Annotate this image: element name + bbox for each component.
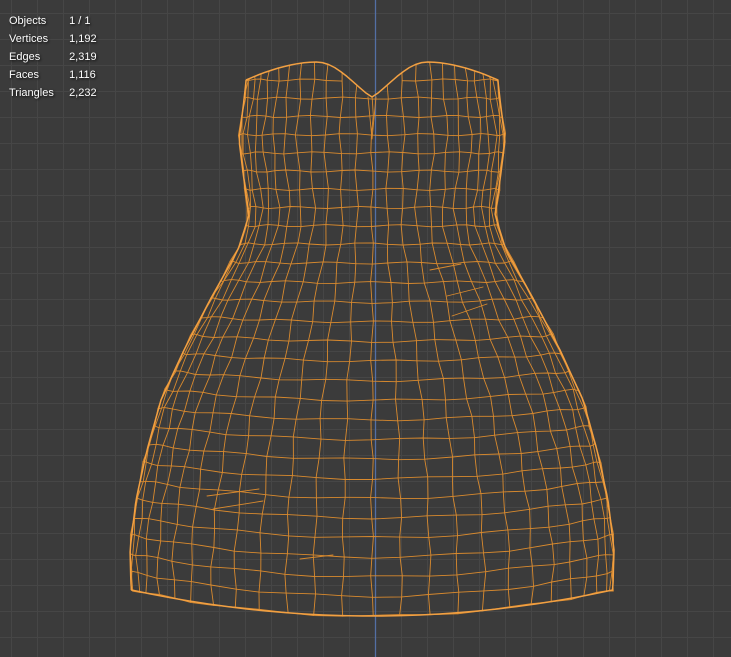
stat-row-faces: Faces 1,116 bbox=[9, 66, 97, 84]
stat-label: Vertices bbox=[9, 33, 49, 45]
stat-label: Faces bbox=[9, 69, 39, 81]
stat-label: Triangles bbox=[9, 87, 54, 99]
stat-value: 2,319 bbox=[69, 51, 97, 63]
stat-value: 1 / 1 bbox=[69, 15, 91, 27]
blender-3d-viewport[interactable]: Objects 1 / 1 Vertices 1,192 Edges 2,319… bbox=[0, 0, 731, 657]
stat-value: 2,232 bbox=[69, 87, 97, 99]
stat-label: Edges bbox=[9, 51, 41, 63]
stat-row-triangles: Triangles 2,232 bbox=[9, 84, 97, 102]
stat-row-vertices: Vertices 1,192 bbox=[9, 30, 97, 48]
stat-row-objects: Objects 1 / 1 bbox=[9, 12, 97, 30]
stat-row-edges: Edges 2,319 bbox=[9, 48, 97, 66]
stat-label: Objects bbox=[9, 15, 47, 27]
stat-value: 1,192 bbox=[69, 33, 97, 45]
stat-value: 1,116 bbox=[69, 69, 96, 81]
viewport-canvas[interactable] bbox=[0, 0, 731, 657]
stats-overlay: Objects 1 / 1 Vertices 1,192 Edges 2,319… bbox=[9, 12, 97, 102]
